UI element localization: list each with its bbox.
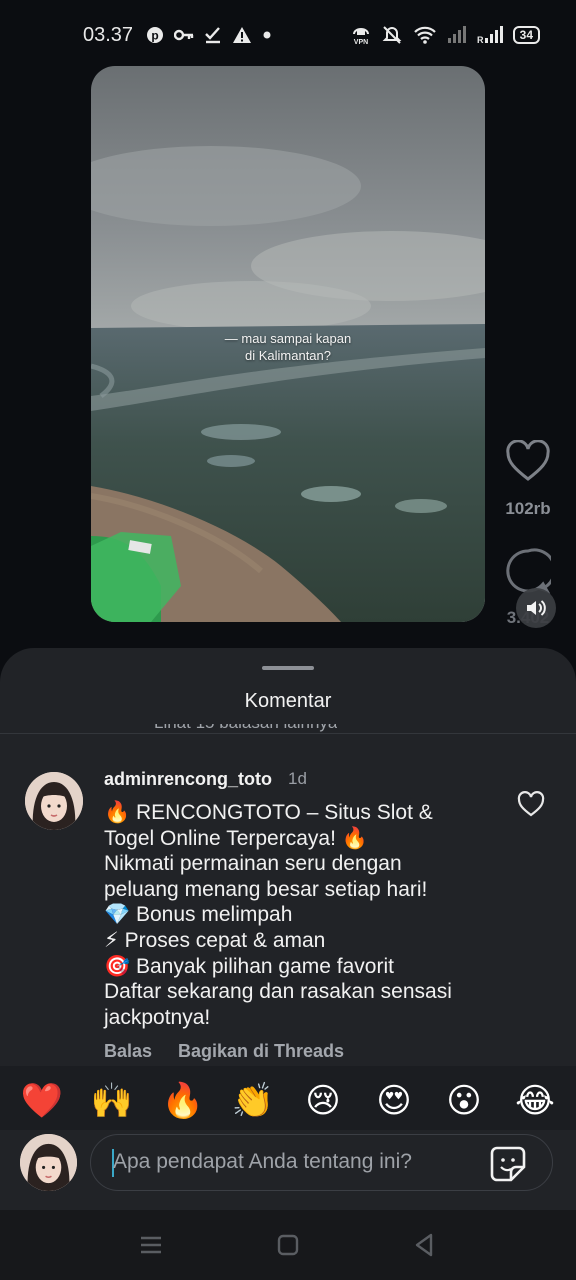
signal-roaming-icon: R bbox=[477, 26, 503, 44]
my-avatar bbox=[20, 1134, 77, 1191]
comment-heart-icon[interactable] bbox=[517, 791, 545, 817]
comment-icon[interactable] bbox=[505, 548, 551, 594]
my-avatar-image bbox=[20, 1134, 77, 1191]
video-caption: — mau sampai kapan di Kalimantan? bbox=[91, 330, 485, 364]
reply-button[interactable]: Balas bbox=[104, 1041, 152, 1062]
emoji-clap-button[interactable]: 👏 bbox=[231, 1079, 275, 1123]
sticker-icon[interactable] bbox=[489, 1145, 527, 1183]
menu-icon[interactable] bbox=[138, 1232, 164, 1258]
comment-line: peluang menang besar setiap hari! bbox=[104, 877, 428, 901]
comment-line: ⚡ Proses cepat & aman bbox=[104, 928, 326, 952]
svg-text:R: R bbox=[477, 35, 484, 44]
status-bar: 03.37 p VPN R 34 bbox=[0, 0, 576, 70]
battery-indicator: 34 bbox=[512, 26, 540, 44]
comment-text: 🔥 RENCONGTOTO – Situs Slot & Togel Onlin… bbox=[104, 800, 504, 1030]
comment-line: Nikmati permainan seru dengan bbox=[104, 852, 402, 876]
view-more-replies-label: Lihat 15 balasan lainnya bbox=[154, 724, 337, 732]
emoji-crying-button[interactable]: 😢 bbox=[301, 1079, 345, 1123]
comment-time: 1d bbox=[288, 769, 307, 788]
comment-line: Togel Online Terpercaya! 🔥 bbox=[104, 826, 368, 850]
check-icon bbox=[205, 27, 220, 44]
sheet-title: Komentar bbox=[244, 690, 332, 712]
dot-icon bbox=[263, 31, 271, 39]
comment-line: 🔥 RENCONGTOTO – Situs Slot & bbox=[104, 801, 433, 824]
back-icon[interactable] bbox=[412, 1232, 438, 1258]
mute-icon bbox=[382, 26, 402, 44]
home-icon[interactable] bbox=[275, 1232, 301, 1258]
warning-icon bbox=[233, 27, 251, 43]
system-icons: VPN R 34 bbox=[351, 24, 540, 46]
emoji-heart-eyes-button[interactable]: 😍 bbox=[372, 1079, 416, 1123]
comments-sheet: Komentar Lihat 15 balasan lainnya adminr… bbox=[0, 648, 576, 1280]
system-nav-bar bbox=[0, 1210, 576, 1280]
emoji-heart-button[interactable]: ❤️ bbox=[20, 1079, 64, 1123]
caption-line-1: — mau sampai kapan bbox=[224, 331, 352, 346]
volume-button[interactable] bbox=[516, 588, 556, 628]
avatar-image bbox=[25, 772, 83, 830]
drag-handle[interactable] bbox=[262, 666, 314, 670]
comment-line: Daftar sekarang dan rasakan sensasi bbox=[104, 980, 452, 1004]
signal-icon bbox=[447, 26, 466, 43]
divider bbox=[0, 733, 576, 734]
emoji-quick-bar: ❤️ 🙌 🔥 👏 😢 😍 😮 😂 bbox=[0, 1066, 576, 1130]
pinterest-icon: p bbox=[147, 27, 163, 43]
avatar[interactable] bbox=[25, 772, 83, 830]
emoji-raised-hands-button[interactable]: 🙌 bbox=[90, 1079, 134, 1123]
key-icon bbox=[174, 29, 194, 41]
emoji-surprised-button[interactable]: 😮 bbox=[442, 1079, 486, 1123]
share-threads-button[interactable]: Bagikan di Threads bbox=[178, 1041, 344, 1062]
emoji-laughing-button[interactable]: 😂 bbox=[513, 1079, 557, 1123]
comment-line: 🎯 Banyak pilihan game favorit bbox=[104, 954, 394, 978]
heart-icon[interactable] bbox=[505, 440, 551, 482]
svg-text:VPN: VPN bbox=[353, 39, 367, 45]
comment-input[interactable]: Apa pendapat Anda tentang ini? bbox=[90, 1134, 553, 1191]
comment-input-placeholder: Apa pendapat Anda tentang ini? bbox=[113, 1150, 412, 1173]
comment-username[interactable]: adminrencong_toto bbox=[104, 769, 272, 790]
caption-line-2: di Kalimantan? bbox=[245, 348, 331, 363]
emoji-fire-button[interactable]: 🔥 bbox=[161, 1079, 205, 1123]
notification-icons: p bbox=[146, 24, 272, 46]
comment-line: 💎 Bonus melimpah bbox=[104, 903, 293, 927]
status-time: 03.37 bbox=[83, 24, 134, 46]
svg-text:p: p bbox=[151, 29, 158, 43]
vpn-icon: VPN bbox=[352, 28, 369, 45]
wifi-icon bbox=[413, 26, 436, 44]
like-count: 102rb bbox=[505, 499, 551, 518]
video-player[interactable]: — mau sampai kapan di Kalimantan? bbox=[91, 66, 485, 622]
comment-line: jackpotnya! bbox=[104, 1005, 211, 1029]
speaker-icon bbox=[527, 600, 546, 616]
